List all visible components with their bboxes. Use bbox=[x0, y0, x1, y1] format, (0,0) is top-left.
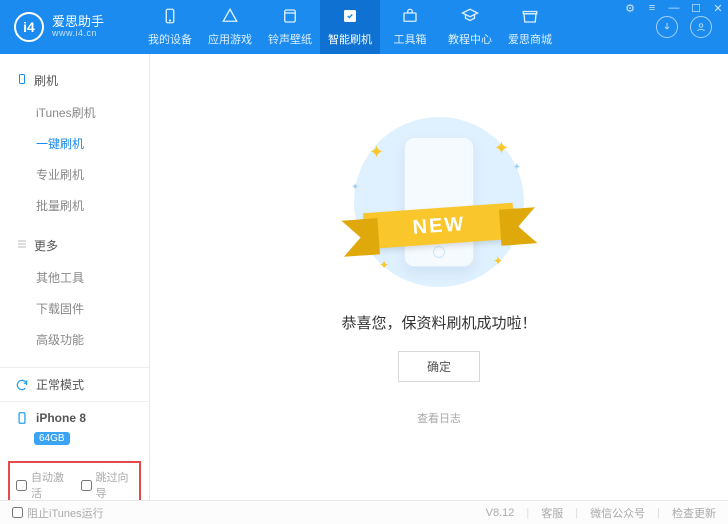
refresh-icon bbox=[14, 377, 30, 393]
sidebar-section-more[interactable]: 更多 bbox=[0, 233, 149, 258]
success-illustration: NEW ✦ ✦ ✦ ✦ ✦ ✦ bbox=[339, 112, 539, 292]
sidebar-item-pro-flash[interactable]: 专业刷机 bbox=[0, 159, 149, 190]
version-label: V8.12 bbox=[486, 507, 515, 519]
section-label: 刷机 bbox=[34, 72, 58, 89]
settings-icon[interactable]: ⚙ bbox=[620, 0, 640, 16]
support-link[interactable]: 客服 bbox=[541, 505, 563, 521]
check-update-link[interactable]: 检查更新 bbox=[672, 505, 716, 521]
view-log-link[interactable]: 查看日志 bbox=[417, 410, 461, 426]
nav-label: 我的设备 bbox=[148, 31, 192, 47]
sparkle-icon: ✦ bbox=[493, 254, 503, 268]
nav-label: 应用游戏 bbox=[208, 31, 252, 47]
nav-toolbox[interactable]: 工具箱 bbox=[380, 0, 440, 54]
sparkle-icon: ✦ bbox=[369, 142, 384, 163]
checkbox-label: 阻止iTunes运行 bbox=[27, 505, 104, 521]
sidebar-item-batch-flash[interactable]: 批量刷机 bbox=[0, 190, 149, 221]
wechat-link[interactable]: 微信公众号 bbox=[590, 505, 645, 521]
section-label: 更多 bbox=[34, 237, 58, 254]
nav-label: 铃声壁纸 bbox=[268, 31, 312, 47]
ringtones-icon bbox=[281, 7, 299, 28]
success-message: 恭喜您，保资料刷机成功啦！ bbox=[341, 312, 536, 333]
app-header: ⚙ ≡ — ☐ ✕ i4 爱思助手 www.i4.cn 我的设备 应用游戏 铃声… bbox=[0, 0, 728, 54]
top-nav: 我的设备 应用游戏 铃声壁纸 智能刷机 工具箱 教程中心 爱思商城 bbox=[140, 0, 560, 54]
brand: i4 爱思助手 www.i4.cn bbox=[0, 12, 140, 42]
mode-label: 正常模式 bbox=[36, 376, 84, 393]
sidebar-section-flash[interactable]: 刷机 bbox=[0, 68, 149, 93]
window-controls: ⚙ ≡ — ☐ ✕ bbox=[620, 0, 728, 16]
device-row[interactable]: iPhone 8 bbox=[0, 402, 149, 430]
sidebar-item-onekey-flash[interactable]: 一键刷机 bbox=[0, 128, 149, 159]
brand-logo-icon: i4 bbox=[14, 12, 44, 42]
nav-ringtones[interactable]: 铃声壁纸 bbox=[260, 0, 320, 54]
maximize-button[interactable]: ☐ bbox=[686, 0, 706, 16]
nav-label: 工具箱 bbox=[394, 31, 427, 47]
sidebar-item-download-fw[interactable]: 下载固件 bbox=[0, 293, 149, 324]
checkbox-input[interactable] bbox=[81, 480, 92, 491]
more-icon bbox=[16, 238, 28, 253]
device-icon bbox=[161, 7, 179, 28]
app-title: 爱思助手 bbox=[52, 15, 104, 29]
main-content: NEW ✦ ✦ ✦ ✦ ✦ ✦ 恭喜您，保资料刷机成功啦！ 确定 查看日志 bbox=[150, 54, 728, 500]
app-subtitle: www.i4.cn bbox=[52, 29, 104, 39]
nav-apps[interactable]: 应用游戏 bbox=[200, 0, 260, 54]
mode-row[interactable]: 正常模式 bbox=[0, 368, 149, 402]
auto-activate-checkbox[interactable]: 自动激活 bbox=[16, 469, 69, 501]
checkbox-label: 自动激活 bbox=[31, 469, 69, 501]
device-name: iPhone 8 bbox=[36, 411, 86, 425]
block-itunes-checkbox[interactable]: 阻止iTunes运行 bbox=[12, 505, 104, 521]
nav-label: 智能刷机 bbox=[328, 31, 372, 47]
sparkle-icon: ✦ bbox=[379, 258, 389, 272]
store-icon bbox=[521, 7, 539, 28]
footer: 阻止iTunes运行 V8.12 | 客服 | 微信公众号 | 检查更新 bbox=[0, 500, 728, 524]
sparkle-icon: ✦ bbox=[351, 182, 359, 193]
nav-store[interactable]: 爱思商城 bbox=[500, 0, 560, 54]
phone-icon bbox=[16, 73, 28, 88]
skip-wizard-checkbox[interactable]: 跳过向导 bbox=[81, 469, 134, 501]
flash-icon bbox=[341, 7, 359, 28]
storage-badge: 64GB bbox=[34, 432, 70, 445]
sidebar-item-advanced[interactable]: 高级功能 bbox=[0, 324, 149, 355]
phone-small-icon bbox=[14, 410, 30, 426]
nav-my-device[interactable]: 我的设备 bbox=[140, 0, 200, 54]
phone-icon bbox=[404, 137, 474, 267]
sidebar: 刷机 iTunes刷机 一键刷机 专业刷机 批量刷机 更多 其他工具 下载固件 … bbox=[0, 54, 150, 500]
nav-label: 爱思商城 bbox=[508, 31, 552, 47]
menu-icon[interactable]: ≡ bbox=[642, 0, 662, 16]
sparkle-icon: ✦ bbox=[494, 138, 509, 159]
sidebar-item-other-tools[interactable]: 其他工具 bbox=[0, 262, 149, 293]
nav-tutorials[interactable]: 教程中心 bbox=[440, 0, 500, 54]
tutorials-icon bbox=[461, 7, 479, 28]
sidebar-item-itunes-flash[interactable]: iTunes刷机 bbox=[0, 97, 149, 128]
nav-label: 教程中心 bbox=[448, 31, 492, 47]
apps-icon bbox=[221, 7, 239, 28]
sparkle-icon: ✦ bbox=[513, 162, 521, 173]
download-icon[interactable] bbox=[656, 16, 678, 38]
ok-button[interactable]: 确定 bbox=[398, 351, 480, 382]
checkbox-input[interactable] bbox=[16, 480, 27, 491]
close-button[interactable]: ✕ bbox=[708, 0, 728, 16]
nav-flash[interactable]: 智能刷机 bbox=[320, 0, 380, 54]
checkbox-input[interactable] bbox=[12, 507, 23, 518]
minimize-button[interactable]: — bbox=[664, 0, 684, 16]
toolbox-icon bbox=[401, 7, 419, 28]
checkbox-label: 跳过向导 bbox=[96, 469, 134, 501]
user-icon[interactable] bbox=[690, 16, 712, 38]
